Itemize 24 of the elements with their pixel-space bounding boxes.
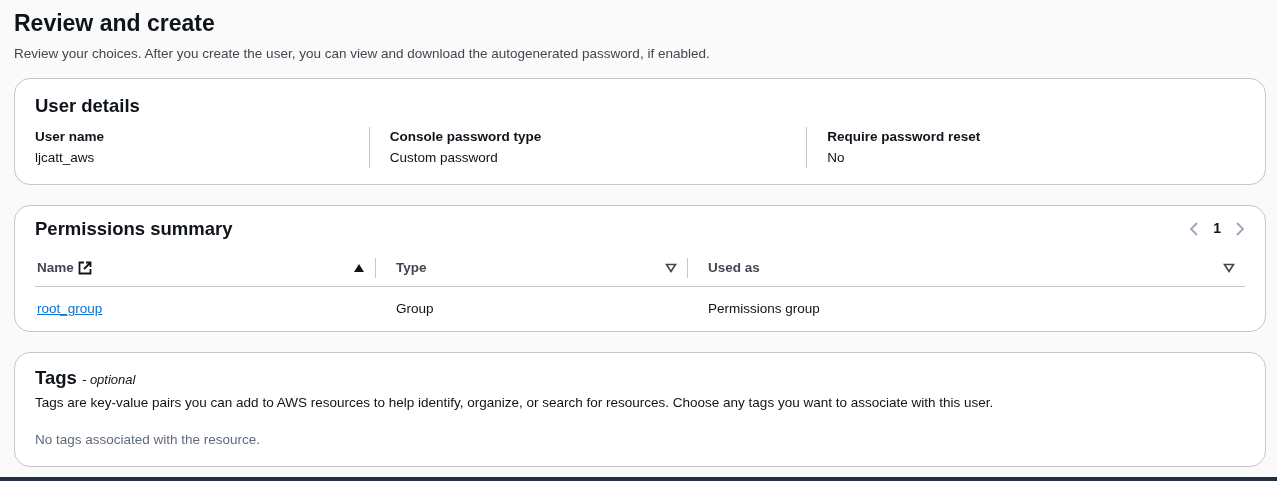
sort-icon[interactable] bbox=[665, 263, 677, 274]
column-header: Type bbox=[396, 258, 427, 277]
page-description: Review your choices. After you create the user, you can view and download the autogenerated password, if enabled. bbox=[14, 45, 711, 63]
field-label: Require password reset bbox=[827, 128, 982, 147]
external-link-icon[interactable] bbox=[77, 260, 92, 275]
field-value: No bbox=[827, 148, 846, 167]
field-value: Custom password bbox=[389, 148, 499, 167]
field-label: Console password type bbox=[389, 128, 543, 147]
card-title: User details bbox=[35, 94, 141, 119]
group-link[interactable]: root_group bbox=[37, 301, 103, 316]
table-cell: Permissions group bbox=[708, 301, 820, 316]
table-cell: Group bbox=[396, 301, 434, 316]
card-title: Tags - optional bbox=[35, 366, 137, 391]
sort-icon[interactable] bbox=[1223, 263, 1235, 274]
column-header: Used as bbox=[708, 258, 760, 277]
column-header: Name bbox=[37, 258, 74, 277]
field-label: User name bbox=[35, 128, 106, 147]
card-description: Tags are key-value pairs you can add to AWS resources to help identify, organize, or search for resources. Choose any tags you want to associate with this user. bbox=[35, 394, 995, 413]
page-number[interactable]: 1 bbox=[1213, 218, 1221, 240]
card-title: Permissions summary bbox=[35, 216, 233, 241]
page-title: Review and create bbox=[14, 9, 216, 38]
empty-message: No tags associated with the resource. bbox=[35, 430, 262, 449]
field-value: ljcatt_aws bbox=[35, 148, 96, 167]
sort-ascending-icon[interactable] bbox=[353, 263, 365, 274]
